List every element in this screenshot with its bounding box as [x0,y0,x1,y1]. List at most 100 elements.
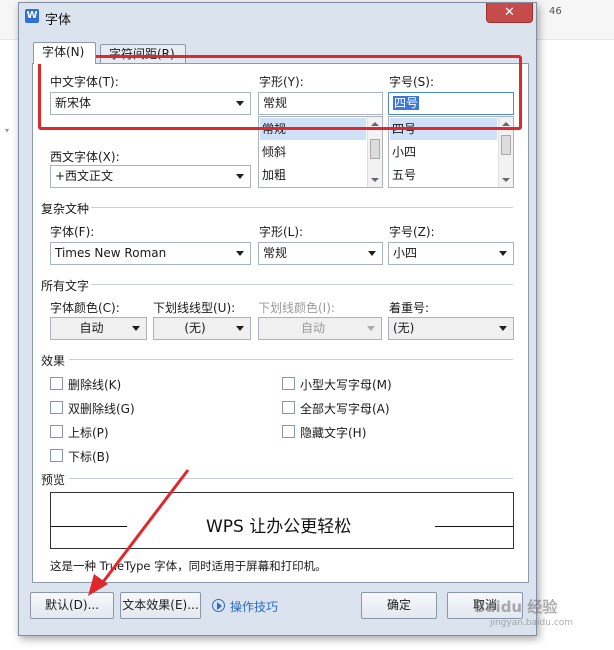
preview-baseline-left [51,526,127,527]
section-divider [91,207,513,208]
page-number: 46 [549,6,562,17]
scroll-thumb[interactable] [370,139,380,159]
chinese-font-label: 中文字体(T): [50,75,119,89]
size-input[interactable]: 四号 [388,92,514,115]
font-dialog: W 字体 ✕ 字体(N) 字符间距(R) 中文字体(T): 新宋体 字形(Y):… [18,2,537,636]
effects-section-title: 效果 [41,354,66,368]
all-caps-checkbox[interactable] [282,401,295,414]
chevron-down-icon [236,174,244,179]
scroll-down-icon[interactable] [502,178,510,182]
size-label: 字号(S): [389,75,435,89]
style-listbox[interactable]: 常规 倾斜 加粗 [258,116,383,188]
complex-size-value: 小四 [393,246,418,260]
style-option[interactable]: 倾斜 [262,141,286,163]
chevron-down-icon [236,101,244,106]
text-effects-button[interactable]: 文本效果(E)... [120,592,201,619]
double-strikethrough-checkbox[interactable] [50,401,63,414]
emphasis-label: 着重号: [389,301,430,315]
complex-style-value: 常规 [263,246,288,260]
complex-font-value: Times New Roman [55,246,167,260]
hidden-text-label[interactable]: 隐藏文字(H) [300,424,366,441]
underline-type-value: (无) [184,321,206,335]
complex-section-title: 复杂文种 [41,202,90,216]
chevron-down-icon [499,251,507,256]
section-divider [69,359,513,360]
ruler-marker-icon: ▾ [5,126,10,135]
close-button[interactable]: ✕ [486,3,533,23]
section-divider [91,284,513,285]
superscript-checkbox[interactable] [50,425,63,438]
superscript-label[interactable]: 上标(P) [68,424,109,441]
strikethrough-label[interactable]: 删除线(K) [68,376,121,393]
all-caps-label[interactable]: 全部大写字母(A) [300,400,390,417]
font-color-label: 字体颜色(C): [50,301,120,315]
preview-baseline-right [435,526,513,527]
complex-size-label: 字号(Z): [389,225,435,239]
preview-box: WPS 让办公更轻松 [50,492,514,549]
complex-font-select[interactable]: Times New Roman [50,242,251,265]
underline-color-label: 下划线颜色(I): [258,301,335,315]
subscript-label[interactable]: 下标(B) [68,448,110,465]
style-option[interactable]: 加粗 [262,164,286,186]
play-tips-icon[interactable] [212,599,225,612]
subscript-checkbox[interactable] [50,449,63,462]
preview-text: WPS 让办公更轻松 [206,517,352,537]
wps-writer-icon: W [25,9,39,23]
emphasis-select[interactable]: (无) [388,317,514,340]
double-strikethrough-label[interactable]: 双删除线(G) [68,400,135,417]
preview-section-title: 预览 [41,473,66,487]
style-option[interactable]: 常规 [260,118,366,140]
style-label: 字形(Y): [259,75,304,89]
chinese-font-value: 新宋体 [55,96,92,110]
font-color-value: 自动 [79,321,104,335]
western-font-label: 西文字体(X): [50,150,120,164]
chinese-font-select[interactable]: 新宋体 [50,92,251,115]
title-bar[interactable]: W 字体 ✕ [19,3,536,31]
western-font-select[interactable]: +西文正文 [50,165,251,188]
complex-size-select[interactable]: 小四 [388,242,514,265]
scroll-thumb[interactable] [501,135,511,155]
emphasis-value: (无) [393,321,415,335]
chevron-down-icon [236,251,244,256]
chevron-down-icon [367,326,375,331]
small-caps-checkbox[interactable] [282,377,295,390]
size-scrollbar[interactable] [498,117,513,187]
underline-type-label: 下划线线型(U): [153,301,236,315]
default-button[interactable]: 默认(D)... [30,592,114,619]
ok-button[interactable]: 确定 [361,592,437,619]
hidden-text-checkbox[interactable] [282,425,295,438]
underline-color-select: 自动 [258,317,382,340]
complex-style-select[interactable]: 常规 [258,242,383,265]
dialog-title: 字体 [45,13,72,28]
western-font-value: +西文正文 [55,169,114,183]
size-option[interactable]: 五号 [392,164,416,186]
scroll-up-icon[interactable] [371,122,379,126]
size-input-value: 四号 [393,96,420,110]
section-divider [69,478,513,479]
font-color-select[interactable]: 自动 [50,317,147,340]
all-text-section-title: 所有文字 [41,279,90,293]
baidu-watermark: Baidu 经验 [474,598,558,616]
complex-style-label: 字形(L): [259,225,304,239]
chevron-down-icon [132,326,140,331]
chevron-down-icon [236,326,244,331]
underline-color-value: 自动 [300,321,325,335]
chevron-down-icon [499,326,507,331]
baidu-watermark-url: jingyan.baidu.com [490,618,574,628]
underline-type-select[interactable]: (无) [153,317,251,340]
small-caps-label[interactable]: 小型大写字母(M) [300,376,392,393]
chevron-down-icon [368,251,376,256]
style-input[interactable]: 常规 [258,92,383,115]
scroll-up-icon[interactable] [502,122,510,126]
tab-font[interactable]: 字体(N) [33,42,96,64]
size-listbox[interactable]: 四号 小四 五号 [388,116,514,188]
size-option[interactable]: 四号 [390,118,497,140]
style-scrollbar[interactable] [367,117,382,187]
complex-font-label: 字体(F): [50,225,95,239]
strikethrough-checkbox[interactable] [50,377,63,390]
preview-note: 这是一种 TrueType 字体，同时适用于屏幕和打印机。 [50,559,327,573]
tab-character-spacing[interactable]: 字符间距(R) [100,44,186,63]
scroll-down-icon[interactable] [371,178,379,182]
size-option[interactable]: 小四 [392,141,416,163]
tips-link[interactable]: 操作技巧 [230,598,278,615]
